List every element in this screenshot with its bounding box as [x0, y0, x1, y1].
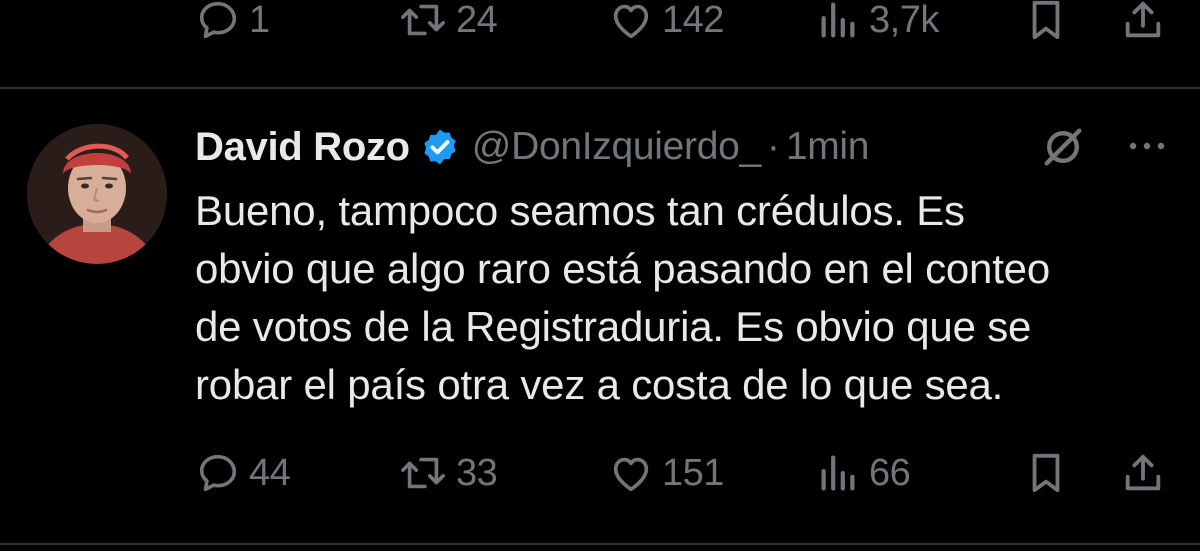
views-button[interactable]: 66 — [815, 443, 911, 503]
bookmark-icon — [1025, 0, 1067, 43]
retweet-button[interactable]: 24 — [398, 0, 498, 50]
reply-icon — [195, 450, 241, 496]
author-handle[interactable]: @DonIzquierdo_ — [472, 125, 761, 169]
tweet-divider — [0, 87, 1200, 89]
tweet-text-line: de votos de la Registraduria. Es obvio q… — [195, 303, 1032, 350]
tweet-text-line: Bueno, tampoco seamos tan crédulos. Es — [195, 187, 965, 234]
heart-icon — [608, 450, 654, 496]
heart-icon — [608, 0, 654, 43]
bookmark-button[interactable] — [1025, 0, 1067, 50]
like-count: 142 — [662, 0, 724, 41]
previous-tweet-action-bar: 1 24 142 3,7k — [0, 0, 1200, 50]
author-display-name[interactable]: David Rozo — [195, 125, 410, 170]
tweet-action-bar: 44 33 151 66 — [0, 443, 1200, 503]
avatar[interactable] — [27, 124, 167, 264]
bar-chart-icon — [815, 450, 861, 496]
tweet-text-line: robar el país otra vez a costa de lo que… — [195, 361, 1004, 408]
tweet-timestamp[interactable]: 1min — [786, 125, 870, 169]
like-button[interactable]: 151 — [608, 443, 724, 503]
retweet-icon — [398, 450, 448, 496]
retweet-button[interactable]: 33 — [398, 443, 498, 503]
tweet-divider — [0, 543, 1200, 545]
tweet-header: David Rozo @DonIzquierdo_ · 1min — [195, 118, 1185, 176]
views-count: 3,7k — [869, 0, 939, 41]
retweet-icon — [398, 0, 448, 43]
like-count: 151 — [662, 451, 724, 494]
reply-button[interactable]: 1 — [195, 0, 270, 50]
bookmark-button[interactable] — [1025, 443, 1067, 503]
views-button[interactable]: 3,7k — [815, 0, 939, 50]
share-icon — [1120, 450, 1166, 496]
more-options-icon[interactable] — [1125, 136, 1169, 161]
bookmark-icon — [1025, 450, 1067, 496]
header-separator: · — [766, 125, 780, 168]
reply-icon — [195, 0, 241, 43]
tweet-body: Bueno, tampoco seamos tan crédulos. Es o… — [195, 182, 1185, 414]
like-button[interactable]: 142 — [608, 0, 724, 50]
verified-badge-icon[interactable] — [420, 127, 460, 167]
retweet-count: 24 — [456, 0, 498, 41]
share-icon — [1120, 0, 1166, 43]
share-button[interactable] — [1120, 0, 1166, 50]
grok-icon[interactable] — [1040, 124, 1086, 175]
reply-button[interactable]: 44 — [195, 443, 291, 503]
share-button[interactable] — [1120, 443, 1166, 503]
timeline: 1 24 142 3,7k David Rozo @DonIzquierdo_ … — [0, 0, 1200, 551]
reply-count: 1 — [249, 0, 270, 41]
views-count: 66 — [869, 451, 911, 494]
retweet-count: 33 — [456, 451, 498, 494]
reply-count: 44 — [249, 451, 291, 494]
tweet-text-line: obvio que algo raro está pasando en el c… — [195, 245, 1050, 292]
bar-chart-icon — [815, 0, 861, 43]
